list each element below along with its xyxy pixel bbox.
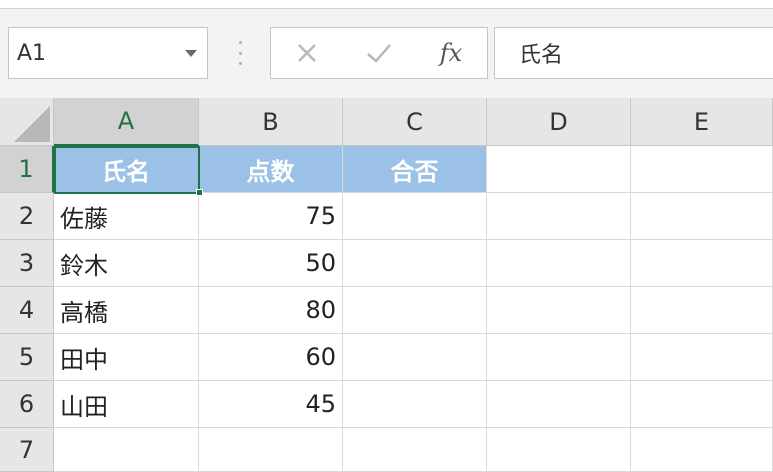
cell-d1[interactable] (487, 146, 631, 193)
cell-c7[interactable] (343, 428, 487, 472)
cell-a4[interactable]: 高橋 (54, 287, 199, 334)
cell-e1[interactable] (631, 146, 773, 193)
cell-a5[interactable]: 田中 (54, 334, 199, 381)
column-header-c[interactable]: C (343, 98, 487, 146)
cell-b5[interactable]: 60 (199, 334, 343, 381)
cell-a6[interactable]: 山田 (54, 381, 199, 428)
cell-d2[interactable] (487, 193, 631, 240)
cell-a1[interactable]: 氏名 (54, 146, 199, 193)
select-all-triangle-icon (14, 106, 50, 142)
cell-b3[interactable]: 50 (199, 240, 343, 287)
row-header-1[interactable]: 1 (0, 146, 54, 193)
cell-d7[interactable] (487, 428, 631, 472)
cell-b7[interactable] (199, 428, 343, 472)
spreadsheet-grid: A B C D E 1 2 3 4 5 6 7 氏名 点数 合否 佐藤 75 鈴… (0, 98, 773, 472)
chevron-down-icon[interactable] (185, 49, 197, 57)
cell-d3[interactable] (487, 240, 631, 287)
cell-e2[interactable] (631, 193, 773, 240)
cell-a7[interactable] (54, 428, 199, 472)
row-header-4[interactable]: 4 (0, 287, 54, 334)
column-header-a[interactable]: A (54, 98, 199, 146)
cell-c5[interactable] (343, 334, 487, 381)
select-all-button[interactable] (0, 98, 54, 146)
cell-e6[interactable] (631, 381, 773, 428)
insert-function-button[interactable]: fx (421, 28, 481, 78)
window-top-strip (0, 0, 773, 9)
column-header-d[interactable]: D (487, 98, 631, 146)
row-header-2[interactable]: 2 (0, 193, 54, 240)
cell-b4[interactable]: 80 (199, 287, 343, 334)
formula-buttons: fx (270, 27, 488, 79)
cell-e4[interactable] (631, 287, 773, 334)
cancel-button[interactable] (277, 28, 337, 78)
cell-d5[interactable] (487, 334, 631, 381)
row-header-5[interactable]: 5 (0, 334, 54, 381)
cell-e3[interactable] (631, 240, 773, 287)
cell-d4[interactable] (487, 287, 631, 334)
cell-c4[interactable] (343, 287, 487, 334)
cell-c2[interactable] (343, 193, 487, 240)
name-box[interactable]: A1 (8, 27, 208, 79)
cell-c3[interactable] (343, 240, 487, 287)
name-box-value[interactable]: A1 (17, 41, 185, 66)
formula-input[interactable]: 氏名 (494, 27, 773, 79)
cell-e7[interactable] (631, 428, 773, 472)
cell-b2[interactable]: 75 (199, 193, 343, 240)
cell-a2[interactable]: 佐藤 (54, 193, 199, 240)
cell-c6[interactable] (343, 381, 487, 428)
row-header-6[interactable]: 6 (0, 381, 54, 428)
cell-b6[interactable]: 45 (199, 381, 343, 428)
drag-handle-icon[interactable] (238, 41, 242, 65)
fill-handle[interactable] (196, 189, 203, 196)
cell-e5[interactable] (631, 334, 773, 381)
column-header-b[interactable]: B (199, 98, 343, 146)
enter-button[interactable] (349, 28, 409, 78)
checkmark-icon (367, 44, 391, 63)
column-header-e[interactable]: E (631, 98, 773, 146)
row-header-3[interactable]: 3 (0, 240, 54, 287)
formula-content[interactable]: 氏名 (519, 37, 563, 69)
cell-d6[interactable] (487, 381, 631, 428)
function-label: fx (439, 39, 463, 67)
close-icon (298, 44, 316, 62)
row-header-7[interactable]: 7 (0, 428, 54, 472)
cell-c1[interactable]: 合否 (343, 146, 487, 193)
cell-b1[interactable]: 点数 (199, 146, 343, 193)
cell-a3[interactable]: 鈴木 (54, 240, 199, 287)
